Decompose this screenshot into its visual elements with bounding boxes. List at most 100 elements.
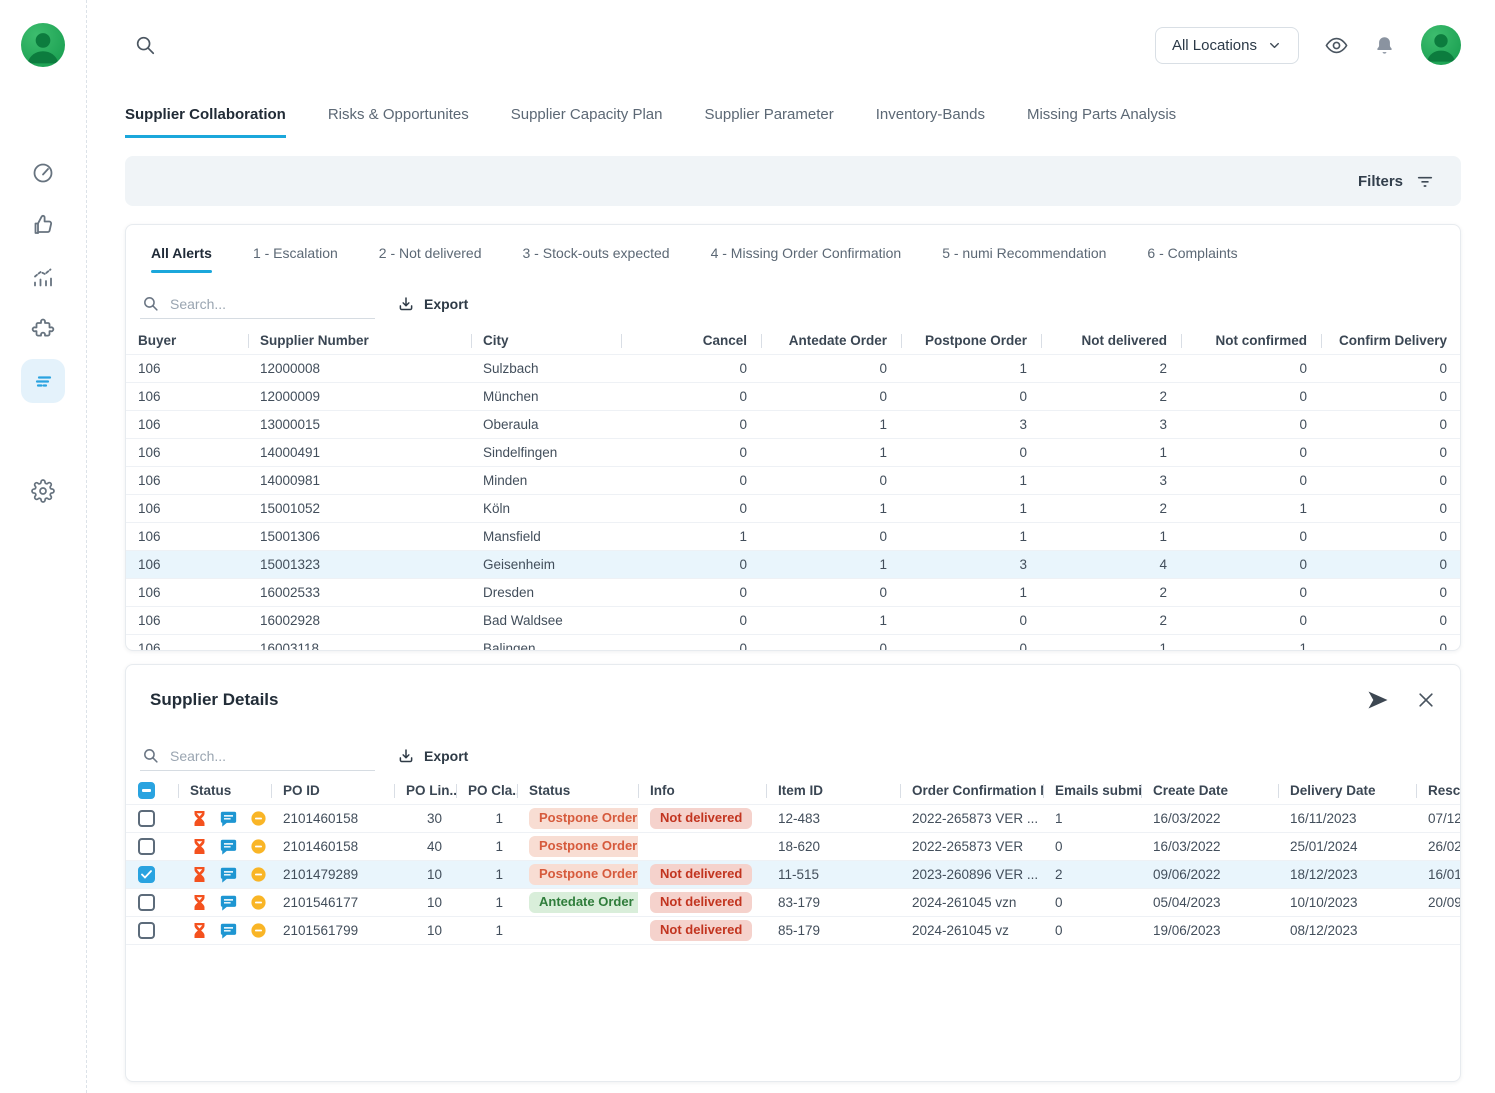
column-header-select[interactable] [126,777,178,804]
cell-confirm-delivery: 0 [1321,467,1461,494]
detail-row[interactable]: 2101561799101Not delivered85-1792024-261… [126,917,1460,945]
minus-circle-icon[interactable] [250,894,267,911]
detail-row[interactable]: 2101460158301Postpone OrderNot delivered… [126,805,1460,833]
column-header-confirm-delivery[interactable]: Confirm Delivery [1321,327,1461,354]
cell-cancel: 0 [621,467,761,494]
tab-missing-parts-analysis[interactable]: Missing Parts Analysis [1027,90,1176,138]
alert-tab-4-missing-order-confirmation[interactable]: 4 - Missing Order Confirmation [711,225,902,281]
alert-tab-5-numi-recommendation[interactable]: 5 - numi Recommendation [942,225,1106,281]
sidebar-item-approvals[interactable] [21,203,65,247]
detail-row[interactable]: 2101460158401Postpone Order18-6202022-26… [126,833,1460,861]
location-selector-label: All Locations [1172,37,1257,54]
alert-row[interactable]: 10613000015Oberaula013300 [126,411,1460,439]
column-header-postpone-order[interactable]: Postpone Order [901,327,1041,354]
column-header-not-delivered[interactable]: Not delivered [1041,327,1181,354]
column-header-delivery-date[interactable]: Delivery Date [1278,777,1416,804]
escalation-hourglass-icon[interactable] [192,922,207,939]
alert-row[interactable]: 10614000491Sindelfingen010100 [126,439,1460,467]
escalation-hourglass-icon[interactable] [192,894,207,911]
comment-icon[interactable] [220,811,237,827]
alert-tab-1-escalation[interactable]: 1 - Escalation [253,225,338,281]
column-header-po-lin[interactable]: PO Lin... [394,777,456,804]
comment-icon[interactable] [220,923,237,939]
alert-row[interactable]: 10614000981Minden001300 [126,467,1460,495]
minus-circle-icon[interactable] [250,922,267,939]
alerts-search-input[interactable] [168,295,373,313]
send-button[interactable] [1366,688,1390,712]
alert-row[interactable]: 10615001306Mansfield101100 [126,523,1460,551]
column-header-create-date[interactable]: Create Date [1141,777,1278,804]
column-header-cancel[interactable]: Cancel [621,327,761,354]
close-button[interactable] [1416,690,1436,710]
escalation-hourglass-icon[interactable] [192,838,207,855]
alerts-export-button[interactable]: Export [391,294,474,314]
sidebar-item-analytics[interactable] [21,255,65,299]
column-header-not-confirmed[interactable]: Not confirmed [1181,327,1321,354]
alert-row[interactable]: 10616002533Dresden001200 [126,579,1460,607]
column-header-item-id[interactable]: Item ID [766,777,900,804]
cell-create-date: 19/06/2023 [1141,917,1278,944]
alert-row[interactable]: 10615001323Geisenheim013400 [126,551,1460,579]
sidebar-item-settings[interactable] [21,469,65,513]
column-header-info[interactable]: Info [638,777,766,804]
location-selector[interactable]: All Locations [1155,27,1299,64]
row-checkbox[interactable] [138,922,155,939]
column-header-status[interactable]: Status [517,777,638,804]
select-all-checkbox[interactable] [138,782,155,799]
escalation-hourglass-icon[interactable] [192,866,207,883]
cell-status-icons [178,805,271,832]
tab-risks-opportunites[interactable]: Risks & Opportunites [328,90,469,138]
user-avatar[interactable] [1421,25,1461,65]
column-header-order-confirmation-n[interactable]: Order Confirmation N... [900,777,1043,804]
detail-row[interactable]: 2101479289101Postpone OrderNot delivered… [126,861,1460,889]
sidebar-item-dashboard[interactable] [21,151,65,195]
tab-supplier-capacity-plan[interactable]: Supplier Capacity Plan [511,90,663,138]
details-search-input[interactable] [168,747,373,765]
comment-icon[interactable] [220,839,237,855]
main-content: All Locations [87,0,1495,1093]
column-header-supplier-number[interactable]: Supplier Number [248,327,471,354]
alert-tab-3-stock-outs-expected[interactable]: 3 - Stock-outs expected [523,225,670,281]
info-chip: Not delivered [650,920,752,941]
column-header-po-cla[interactable]: PO Cla... [456,777,517,804]
column-header-antedate-order[interactable]: Antedate Order [761,327,901,354]
visibility-eye-icon[interactable] [1325,34,1348,57]
minus-circle-icon[interactable] [250,866,267,883]
tab-supplier-collaboration[interactable]: Supplier Collaboration [125,90,286,138]
alert-row[interactable]: 10612000009München000200 [126,383,1460,411]
row-checkbox[interactable] [138,894,155,911]
row-checkbox[interactable] [138,810,155,827]
alert-row[interactable]: 10616003118Balingen000110 [126,635,1460,651]
row-status-icons [190,810,267,827]
column-header-buyer[interactable]: Buyer [126,327,248,354]
detail-row[interactable]: 2101546177101Antedate OrderNot delivered… [126,889,1460,917]
row-checkbox[interactable] [138,866,155,883]
details-export-button[interactable]: Export [391,746,474,766]
minus-circle-icon[interactable] [250,838,267,855]
minus-circle-icon[interactable] [250,810,267,827]
cell-create-date: 16/03/2022 [1141,805,1278,832]
column-header-emails-submitt[interactable]: Emails submitt... [1043,777,1141,804]
column-header-resch[interactable]: Resch... [1416,777,1461,804]
alert-tab-all-alerts[interactable]: All Alerts [151,225,212,281]
alert-tab-6-complaints[interactable]: 6 - Complaints [1147,225,1237,281]
alert-row[interactable]: 10612000008Sulzbach001200 [126,355,1460,383]
alert-row[interactable]: 10615001052Köln011210 [126,495,1460,523]
alert-tab-2-not-delivered[interactable]: 2 - Not delivered [379,225,482,281]
sidebar-item-supplier-collaboration[interactable] [21,359,65,403]
comment-icon[interactable] [220,867,237,883]
notifications-bell-icon[interactable] [1374,35,1395,56]
tab-inventory-bands[interactable]: Inventory-Bands [876,90,985,138]
comment-icon[interactable] [220,895,237,911]
company-logo-avatar[interactable] [21,23,65,67]
column-header-po-id[interactable]: PO ID [271,777,394,804]
tab-supplier-parameter[interactable]: Supplier Parameter [705,90,834,138]
filters-button[interactable]: Filters [1352,170,1441,192]
column-header-city[interactable]: City [471,327,621,354]
column-header-status[interactable]: Status [178,777,271,804]
sidebar-item-integrations[interactable] [21,307,65,351]
alert-row[interactable]: 10616002928Bad Waldsee010200 [126,607,1460,635]
row-checkbox[interactable] [138,838,155,855]
global-search-icon[interactable] [134,34,156,56]
escalation-hourglass-icon[interactable] [192,810,207,827]
